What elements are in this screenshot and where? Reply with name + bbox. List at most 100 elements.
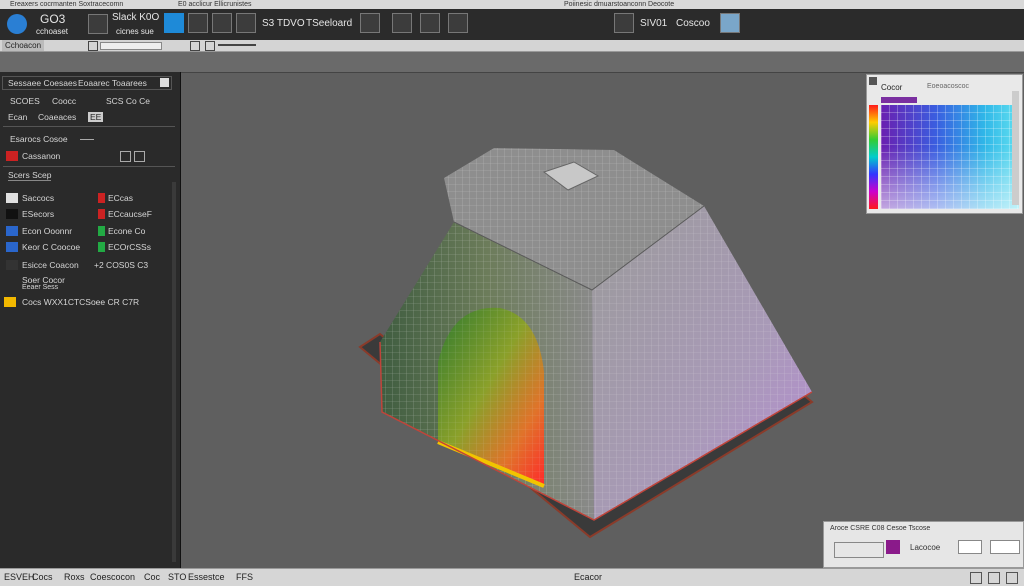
prop-label: Ecan — [8, 112, 28, 122]
grid-icon[interactable] — [236, 13, 256, 33]
item-swatch[interactable] — [4, 297, 16, 307]
list-item[interactable]: ESecors — [22, 209, 54, 219]
material-label: Cassanon — [22, 151, 61, 161]
item-color-icon — [98, 226, 105, 236]
mode-label: S3 TDVO — [262, 18, 305, 29]
ribbon-slider[interactable] — [100, 42, 162, 50]
material-value-field[interactable] — [958, 540, 982, 554]
screen-icon[interactable] — [720, 13, 740, 33]
current-color-swatch[interactable] — [881, 97, 917, 103]
list-item-sub: Eeaer Sess — [22, 284, 59, 291]
prop-label: SCOES — [10, 96, 40, 106]
item-swatch[interactable] — [6, 226, 18, 236]
color-panel-subtitle: Eoeoacoscoc — [927, 83, 970, 90]
snap-icon[interactable] — [1006, 572, 1018, 584]
list-item-value[interactable]: ECOrCSSs — [108, 242, 151, 252]
list-item[interactable]: Econ Ooonnr — [22, 226, 72, 236]
status-item: STO — [168, 572, 187, 582]
list-item-value[interactable]: Econe Co — [108, 226, 145, 236]
color-field[interactable] — [881, 105, 1019, 209]
app-title: Poiinesic dmuarstoanconn Deocote — [564, 1, 675, 8]
zoom-icon[interactable] — [970, 572, 982, 584]
camera-icon[interactable] — [212, 13, 232, 33]
item-color-icon — [98, 209, 105, 219]
view-label: SIV01 — [640, 18, 668, 29]
item-swatch[interactable] — [6, 242, 18, 252]
list-item-value[interactable]: ECcaucseF — [108, 209, 152, 219]
mesh-icon[interactable] — [420, 13, 440, 33]
search-icon[interactable] — [448, 13, 468, 33]
panel-header-b[interactable]: Eoaarec Toaarees — [78, 78, 147, 88]
prop-value[interactable]: Coaeaces — [38, 112, 76, 122]
slack-sub-label: cicnes sue — [116, 27, 154, 36]
panel-scrollbar[interactable] — [1012, 91, 1019, 205]
app-logo-icon[interactable] — [7, 14, 27, 34]
material-label: Lacocoe — [910, 543, 941, 552]
status-item: FFS — [236, 572, 253, 582]
status-item: Essestce — [188, 572, 225, 582]
checkbox-icon[interactable] — [88, 41, 98, 51]
document-title: E0 acclicur Ellicrunistes — [178, 1, 252, 8]
list-item[interactable]: Keor C Coocoe — [22, 242, 80, 252]
link-icon[interactable] — [120, 151, 131, 162]
select-tool-icon[interactable] — [164, 13, 184, 33]
divider — [218, 44, 256, 46]
footer-item[interactable]: Cocs WXX1CTCSoee CR C7R — [22, 297, 139, 307]
status-item: ESVEH — [4, 572, 35, 582]
layers-icon[interactable] — [392, 13, 412, 33]
status-item: Coc — [144, 572, 161, 582]
main-toolbar: GO3 cchoaset Slack K0O cicnes sue S3 TDV… — [0, 9, 1024, 41]
checkbox-icon[interactable] — [205, 41, 215, 51]
color-swatch[interactable] — [6, 151, 18, 161]
list-item-value[interactable]: ECcas — [108, 193, 133, 203]
panel-header[interactable]: Sessaee Coesaes — [8, 78, 77, 88]
section-header[interactable]: Scers Scep — [8, 170, 52, 181]
list-item[interactable]: Esicce Coacon — [22, 260, 79, 270]
status-bar: ESVEH Cocs Roxs Coescocon Coc STO Essest… — [0, 568, 1024, 586]
item-swatch[interactable] — [6, 260, 18, 270]
panel-menu-icon[interactable] — [160, 78, 169, 87]
list-item[interactable]: Saccocs — [22, 193, 54, 203]
material-panel: Aroce CSRE C08 Cesoe Tscose Lacocoe — [823, 521, 1024, 568]
file-sub-label: cchoaset — [36, 27, 69, 36]
item-swatch[interactable] — [6, 193, 18, 203]
item-color-icon — [98, 193, 105, 203]
material-color-swatch[interactable] — [886, 540, 900, 554]
file-button[interactable]: GO3 — [40, 12, 65, 26]
window-title: Ereaxers cocrmanten Soxtracecomn — [10, 1, 124, 8]
slack-button[interactable]: Slack K0O — [112, 12, 159, 23]
ribbon-tab[interactable]: Cchoacon — [2, 40, 45, 51]
status-item: Coescocon — [90, 572, 136, 582]
properties-panel: Sessaee Coesaes Eoaarec Toaarees SCOES C… — [0, 72, 181, 568]
prop-value[interactable]: Coocc — [52, 96, 76, 106]
panel-icon — [869, 77, 877, 85]
view-icon[interactable] — [614, 13, 634, 33]
material-dropdown[interactable] — [990, 540, 1020, 554]
status-center: Ecacor — [574, 572, 603, 582]
material-panel-title: Aroce CSRE C08 Cesoe Tscose — [830, 525, 931, 532]
object-name[interactable]: Esarocs Cosoe — [10, 134, 68, 144]
item-swatch[interactable] — [6, 209, 18, 219]
prop-value-b[interactable]: SCS Co Ce — [106, 96, 150, 106]
mode-sub-label: TSeeloard — [306, 18, 353, 29]
list-item-value[interactable]: +2 COS0S C3 — [94, 260, 148, 270]
measure-icon[interactable] — [360, 13, 380, 33]
open-icon[interactable] — [88, 14, 108, 34]
settings-icon[interactable] — [134, 151, 145, 162]
color-panel-title: Cocor — [881, 83, 903, 92]
option-bar — [0, 52, 1024, 73]
panel-scrollbar[interactable] — [172, 182, 176, 562]
hue-slider[interactable] — [869, 105, 878, 209]
material-preview[interactable] — [834, 542, 884, 558]
color-picker-panel: Cocor Eoeoacoscoc — [866, 74, 1023, 214]
status-item: Roxs — [64, 572, 85, 582]
title-strip: Ereaxers cocrmanten Soxtracecomn E0 accl… — [0, 0, 1024, 9]
item-color-icon — [98, 242, 105, 252]
status-item: Cocs — [32, 572, 53, 582]
ribbon-bar: Cchoacon — [0, 40, 1024, 52]
view-sub-label: Coscoo — [676, 18, 710, 29]
render-icon[interactable] — [188, 13, 208, 33]
checkbox-icon[interactable] — [190, 41, 200, 51]
grid-toggle-icon[interactable] — [988, 572, 1000, 584]
prop-button[interactable]: EE — [88, 112, 104, 122]
